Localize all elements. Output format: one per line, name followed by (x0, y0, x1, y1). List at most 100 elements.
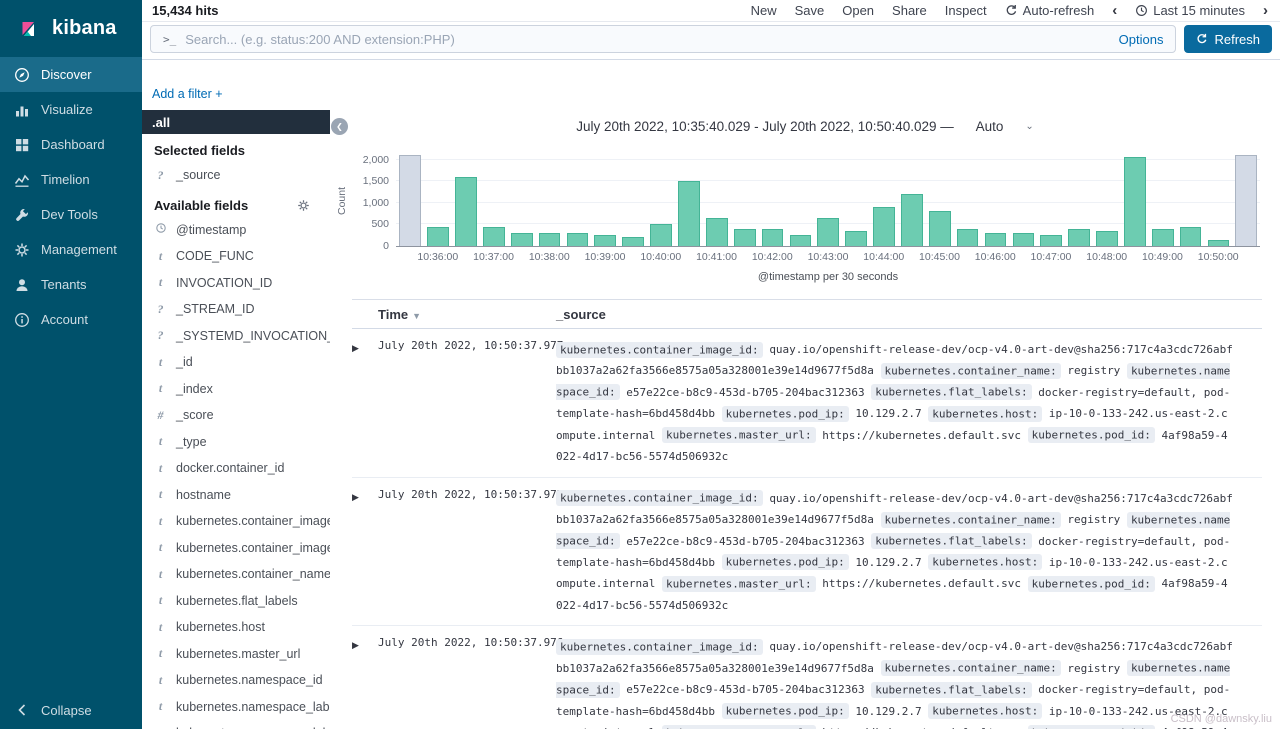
field-item-kubernetes.namespace_id[interactable]: t kubernetes.namespace_id (142, 667, 330, 694)
field-item-hostname[interactable]: t hostname (142, 482, 330, 509)
histogram-bar[interactable] (482, 226, 505, 246)
field-item-kubernetes.container_image...[interactable]: t kubernetes.container_image... (142, 535, 330, 562)
field-item-docker.container_id[interactable]: t docker.container_id (142, 455, 330, 482)
histogram-bar[interactable] (594, 235, 617, 246)
histogram-bar[interactable] (1179, 226, 1202, 246)
histogram-bar[interactable] (678, 181, 700, 246)
new-menu-button[interactable]: New (751, 3, 777, 18)
sidebar-item-discover[interactable]: Discover (0, 57, 142, 92)
field-item-@timestamp[interactable]: @timestamp (142, 217, 330, 244)
histogram-bar[interactable] (622, 237, 645, 246)
histogram-bar[interactable] (1096, 230, 1118, 246)
histogram-bar[interactable] (873, 207, 895, 246)
search-input[interactable] (185, 31, 1110, 47)
histogram-bar[interactable] (845, 230, 867, 246)
histogram-bar[interactable] (928, 211, 951, 246)
open-menu-button[interactable]: Open (842, 3, 874, 18)
source-field-value: registry (1067, 364, 1121, 378)
sidebar-item-dev-tools[interactable]: Dev Tools (0, 197, 142, 232)
timelion-icon (14, 172, 30, 188)
histogram-bar[interactable] (1151, 228, 1174, 246)
time-column-header[interactable]: Time ▼ (378, 299, 556, 329)
add-filter-button[interactable]: Add a filter + (152, 87, 223, 101)
search-bar[interactable]: >_ Options (150, 25, 1177, 53)
expand-row-icon[interactable]: ▶ (352, 343, 359, 353)
histogram-bar[interactable] (1123, 157, 1146, 246)
source-field-key: kubernetes.container_image_id: (556, 341, 763, 358)
field-item-_SYSTEMD_INVOCATION_ID[interactable]: ? _SYSTEMD_INVOCATION_ID (142, 323, 331, 350)
field-item-kubernetes.container_image[interactable]: t kubernetes.container_image (142, 508, 330, 535)
field-item-kubernetes.namespace_labe...[interactable]: tkubernetes.namespace_labe... (142, 720, 330, 729)
time-back-button[interactable]: ‹ (1112, 3, 1117, 18)
field-item-_index[interactable]: t _index (142, 376, 330, 403)
field-settings-gear-icon[interactable] (297, 199, 310, 212)
options-button[interactable]: Options (1119, 32, 1164, 47)
expand-row-icon[interactable]: ▶ (352, 492, 359, 502)
histogram-bar[interactable] (455, 176, 477, 246)
histogram-bar[interactable] (510, 233, 533, 246)
field-item-_STREAM_ID[interactable]: ? _STREAM_ID (142, 296, 330, 323)
collapse-nav-button[interactable]: Collapse (0, 691, 142, 729)
histogram-bar[interactable] (566, 233, 589, 246)
inspect-menu-button[interactable]: Inspect (945, 3, 987, 18)
time-forward-button[interactable]: › (1263, 3, 1268, 18)
histogram-bar[interactable] (761, 228, 784, 246)
sidebar-item-dashboard[interactable]: Dashboard (0, 127, 142, 162)
histogram-bar[interactable] (789, 235, 812, 246)
field-item-kubernetes.namespace_labe...[interactable]: tkubernetes.namespace_labe... (142, 694, 330, 721)
sidebar-item-timelion[interactable]: Timelion (0, 162, 142, 197)
source-field-value: registry (1067, 661, 1121, 675)
source-field-key: kubernetes.container_image_id: (556, 638, 763, 655)
sidebar-item-account[interactable]: Account (0, 302, 142, 337)
field-item-kubernetes.host[interactable]: t kubernetes.host (142, 614, 330, 641)
field-name: kubernetes.namespace_labe... (176, 699, 330, 714)
sidebar-item-management[interactable]: Management (0, 232, 142, 267)
kibana-app: kibana Discover Visualize Dashboard Timelio… (0, 0, 1280, 729)
collapse-fields-panel-button[interactable]: ❮ (331, 118, 348, 135)
field-item-kubernetes.flat_labels[interactable]: t kubernetes.flat_labels (142, 588, 330, 615)
histogram-bar[interactable] (399, 155, 422, 246)
time-picker-button[interactable]: Last 15 minutes (1135, 3, 1245, 18)
share-menu-button[interactable]: Share (892, 3, 927, 18)
histogram-bar[interactable] (538, 233, 561, 246)
sidebar-item-tenants[interactable]: Tenants (0, 267, 142, 302)
interval-dropdown[interactable]: Auto ⌄ (976, 119, 1034, 134)
histogram-bar[interactable] (427, 226, 449, 246)
documents-table: Time ▼ _source ▶ July 20th 2022, 10:50:37.… (352, 299, 1262, 729)
sidebar-item-visualize[interactable]: Visualize (0, 92, 142, 127)
field-item-_source[interactable]: ? _source (142, 162, 330, 189)
histogram-bar[interactable] (705, 217, 728, 246)
histogram-bar[interactable] (650, 224, 672, 246)
y-axis-title: Count (336, 186, 349, 216)
sidebar-item-label: Account (41, 312, 88, 327)
refresh-button[interactable]: Refresh (1184, 25, 1272, 53)
field-type-icon: t (158, 248, 163, 263)
field-item-CODE_FUNC[interactable]: t CODE_FUNC (142, 243, 330, 270)
field-item-_score[interactable]: # _score (142, 402, 330, 429)
field-item-_type[interactable]: t _type (142, 429, 330, 456)
field-item-kubernetes.master_url[interactable]: t kubernetes.master_url (142, 641, 330, 668)
histogram-bar[interactable] (901, 194, 923, 246)
histogram-bar[interactable] (817, 217, 840, 246)
histogram-bar[interactable] (1207, 239, 1230, 246)
source-field-value: e57e22ce-b8c9-453d-b705-204bac312363 (626, 534, 865, 548)
save-menu-button[interactable]: Save (795, 3, 825, 18)
field-item-INVOCATION_ID[interactable]: t INVOCATION_ID (142, 270, 330, 297)
auto-refresh-button[interactable]: Auto-refresh (1005, 3, 1094, 18)
histogram-bar[interactable] (733, 228, 756, 246)
sidebar-item-label: Management (41, 242, 117, 257)
histogram-bar[interactable] (1068, 228, 1090, 246)
field-item-kubernetes.container_name[interactable]: t kubernetes.container_name (142, 561, 330, 588)
histogram-bar[interactable] (1040, 235, 1063, 246)
expand-row-icon[interactable]: ▶ (352, 640, 359, 650)
collapse-arrow-icon (14, 702, 30, 718)
field-item-_id[interactable]: t _id (142, 349, 330, 376)
histogram-bar[interactable] (984, 233, 1007, 246)
histogram-bar[interactable] (956, 228, 979, 246)
index-pattern-selector[interactable]: .all (142, 110, 330, 134)
kibana-logo[interactable]: kibana (0, 0, 142, 57)
histogram-bar[interactable] (1235, 155, 1258, 246)
source-field-key: kubernetes.host: (928, 554, 1043, 571)
query-prompt-icon: >_ (163, 32, 177, 46)
histogram-bar[interactable] (1012, 233, 1035, 246)
